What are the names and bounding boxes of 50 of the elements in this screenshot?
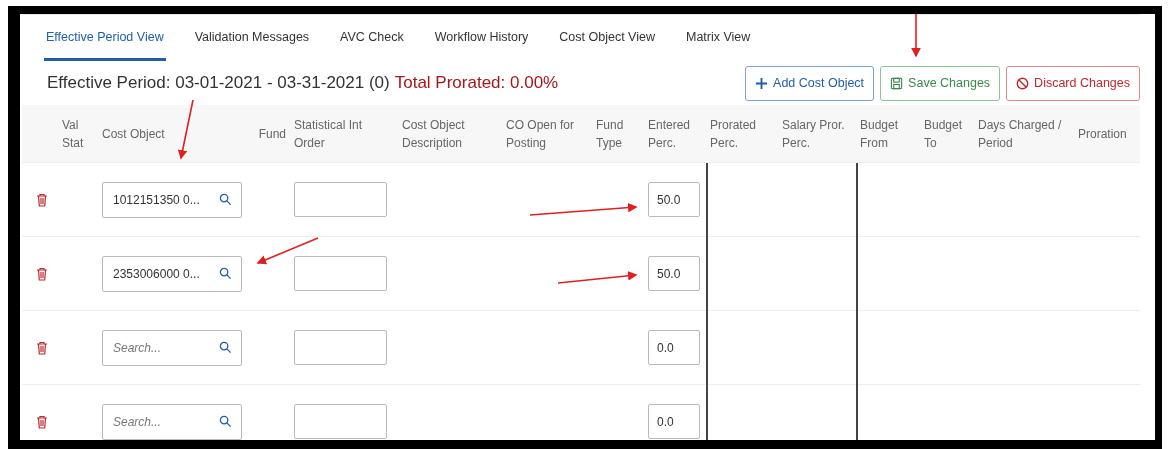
cost-object-search-field[interactable]: 1012151350 0... xyxy=(102,181,242,218)
column-header: Val Stat xyxy=(62,116,85,152)
statistical-order-field[interactable] xyxy=(294,256,387,291)
column-header: Budget From xyxy=(860,116,900,152)
prohibited-icon xyxy=(1016,76,1030,90)
total-prorated-label: Total Prorated: 0.00% xyxy=(394,73,559,93)
tab[interactable]: Workflow History xyxy=(432,15,531,61)
trash-icon[interactable] xyxy=(36,340,48,355)
column-header: Cost Object Description xyxy=(402,116,466,152)
column-header: Fund xyxy=(258,125,286,143)
statistical-order-field[interactable] xyxy=(294,330,387,365)
discard-changes-button[interactable]: Discard Changes xyxy=(1006,65,1140,101)
column-header: Entered Perc. xyxy=(648,116,692,152)
column-header: Days Charged / Period xyxy=(978,116,1063,152)
column-header: Salary Pror. Perc. xyxy=(782,116,846,152)
column-header: Fund Type xyxy=(596,116,625,152)
entered-percent-field[interactable]: 0.0 xyxy=(648,330,700,365)
annotation-arrow xyxy=(256,237,319,265)
entered-percent-field[interactable]: 50.0 xyxy=(648,182,700,217)
cost-object-search-field[interactable]: Search... xyxy=(102,329,242,366)
search-icon[interactable] xyxy=(219,340,232,354)
effective-period-label: Effective Period: 03-01-2021 - 03-31-2021 (0) xyxy=(47,73,390,93)
search-icon[interactable] xyxy=(219,414,232,428)
plus-icon xyxy=(755,76,769,90)
search-icon[interactable] xyxy=(219,266,232,280)
tab[interactable]: Validation Messages xyxy=(192,15,312,61)
cost-object-search-field[interactable]: 2353006000 0... xyxy=(102,255,242,292)
statistical-order-field[interactable] xyxy=(294,404,387,439)
column-header: Budget To xyxy=(924,116,964,152)
column-header: CO Open for Posting xyxy=(506,116,576,152)
column-header: Prorated Perc. xyxy=(710,116,758,152)
cost-object-search-field[interactable]: Search... xyxy=(102,403,242,440)
column-header: Cost Object xyxy=(102,125,165,143)
tab[interactable]: Cost Object View xyxy=(557,15,657,61)
add-cost-object-button[interactable]: Add Cost Object xyxy=(745,65,875,101)
column-header: Statistical Int Order xyxy=(294,116,364,152)
statistical-order-field[interactable] xyxy=(294,182,387,217)
tab[interactable]: Effective Period View xyxy=(44,15,166,61)
annotation-arrow xyxy=(177,99,194,160)
trash-icon[interactable] xyxy=(36,414,48,429)
trash-icon[interactable] xyxy=(36,266,48,281)
entered-percent-field[interactable]: 0.0 xyxy=(648,404,700,439)
tab[interactable]: AVC Check xyxy=(338,15,406,61)
trash-icon[interactable] xyxy=(36,192,48,207)
entered-percent-field[interactable]: 50.0 xyxy=(648,256,700,291)
annotation-arrow xyxy=(911,13,921,58)
tab[interactable]: Matrix View xyxy=(683,15,753,61)
search-icon[interactable] xyxy=(219,192,232,206)
save-changes-button[interactable]: Save Changes xyxy=(880,65,1001,101)
column-header: Proration xyxy=(1078,125,1127,143)
